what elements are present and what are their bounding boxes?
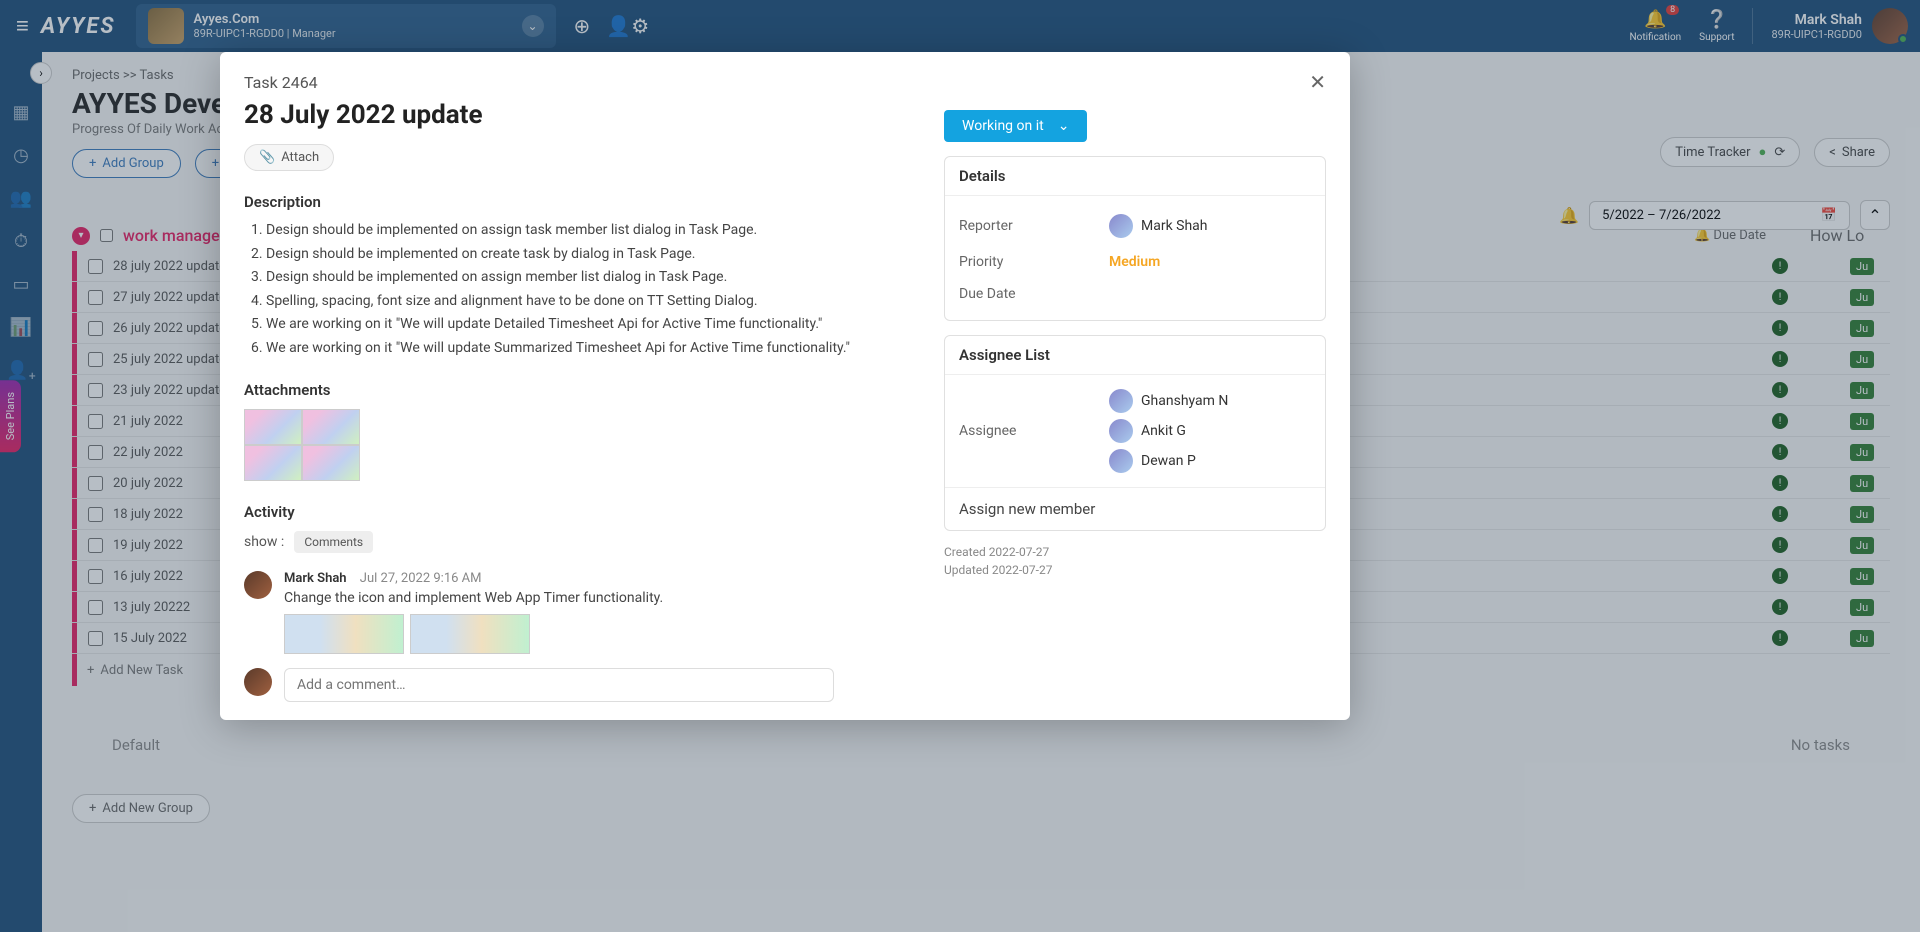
reporter-label: Reporter [959,218,1109,234]
avatar [1109,214,1133,238]
due-date-label: Due Date [959,286,1109,302]
avatar [244,668,272,696]
priority-label: Priority [959,254,1109,270]
description-item: We are working on it "We will update Det… [266,315,896,335]
details-header: Details [945,157,1325,196]
description-label: Description [244,193,896,211]
show-label: show : [244,534,284,550]
assignee-item[interactable]: Ghanshyam N [1109,389,1228,413]
avatar [244,571,272,599]
paperclip-icon: 📎 [259,150,275,165]
task-modal: Task 2464 ✕ 28 July 2022 update 📎Attach … [220,52,1350,720]
comment-item: Mark Shah Jul 27, 2022 9:16 AM Change th… [244,571,896,654]
assign-new-member[interactable]: Assign new member [945,487,1325,530]
close-icon[interactable]: ✕ [1309,70,1326,94]
task-title: 28 July 2022 update [244,100,896,130]
description-item: We are working on it "We will update Sum… [266,339,896,359]
status-dropdown[interactable]: Working on it⌄ [944,110,1087,142]
description-item: Design should be implemented on create t… [266,245,896,265]
description-list: Design should be implemented on assign t… [244,221,896,359]
attachments-grid [244,409,364,481]
avatar [1109,419,1133,443]
avatar [1109,449,1133,473]
comment-text: Change the icon and implement Web App Ti… [284,590,663,606]
avatar [1109,389,1133,413]
chevron-down-icon: ⌄ [1058,118,1070,134]
assignee-item[interactable]: Dewan P [1109,449,1228,473]
assignee-label: Assignee [959,423,1109,439]
comment-input[interactable] [284,668,834,702]
description-item: Design should be implemented on assign t… [266,221,896,241]
meta-dates: Created 2022-07-27 Updated 2022-07-27 [944,543,1326,579]
assignee-item[interactable]: Ankit G [1109,419,1228,443]
comment-attachment-thumb[interactable] [284,614,404,654]
attachment-thumb[interactable] [302,409,360,445]
comment-time: Jul 27, 2022 9:16 AM [360,571,482,586]
priority-value[interactable]: Medium [1109,254,1160,270]
task-id: Task 2464 [244,73,318,92]
reporter-value[interactable]: Mark Shah [1109,214,1208,238]
attach-button[interactable]: 📎Attach [244,144,334,171]
activity-label: Activity [244,503,896,521]
attachments-label: Attachments [244,381,896,399]
assignee-header: Assignee List [945,336,1325,375]
attachment-thumb[interactable] [244,409,302,445]
attachment-thumb[interactable] [302,445,360,481]
description-item: Design should be implemented on assign m… [266,268,896,288]
comments-filter-button[interactable]: Comments [294,531,373,553]
description-item: Spelling, spacing, font size and alignme… [266,292,896,312]
comment-attachment-thumb[interactable] [410,614,530,654]
comment-author: Mark Shah [284,571,347,586]
attachment-thumb[interactable] [244,445,302,481]
